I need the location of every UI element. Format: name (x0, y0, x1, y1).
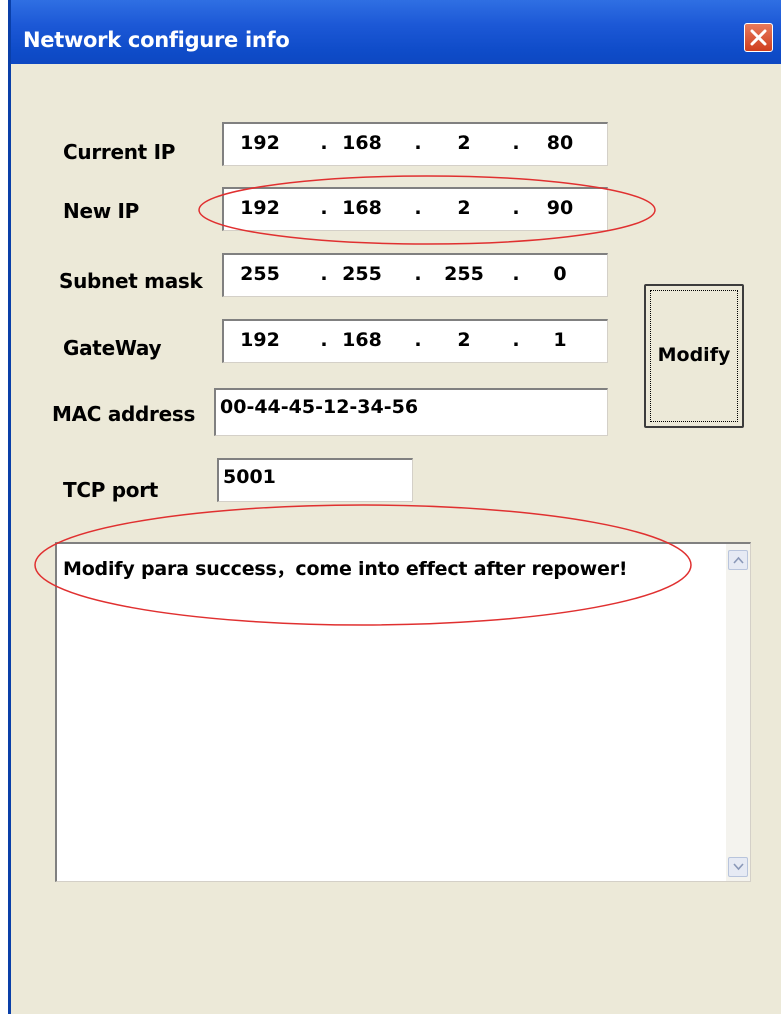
ip-separator: . (512, 197, 520, 219)
gateway-octet-2: 168 (342, 329, 382, 351)
new-ip-octet-3: 2 (457, 197, 471, 219)
ip-separator: . (320, 197, 328, 219)
network-config-window: Network configure info Current IP 192 . … (8, 0, 781, 1014)
new-ip-octet-2: 168 (342, 197, 382, 219)
ip-separator: . (512, 329, 520, 351)
ip-separator: . (512, 132, 520, 154)
gateway-field[interactable]: 192 . 168 . 2 . 1 (222, 319, 608, 363)
window-title: Network configure info (23, 28, 290, 52)
tcp-port-field[interactable]: 5001 (217, 458, 413, 502)
subnet-octet-2: 255 (342, 263, 382, 285)
new-ip-field[interactable]: 192 . 168 . 2 . 90 (222, 187, 608, 231)
gateway-label: GateWay (63, 336, 162, 360)
subnet-mask-label: Subnet mask (59, 269, 203, 293)
subnet-octet-3: 255 (444, 263, 484, 285)
output-textarea[interactable]: Modify para success，come into effect aft… (55, 542, 751, 882)
gateway-octet-1: 192 (240, 329, 280, 351)
current-ip-field[interactable]: 192 . 168 . 2 . 80 (222, 122, 608, 166)
modify-button[interactable]: Modify (644, 284, 744, 428)
current-ip-octet-4: 80 (546, 132, 574, 154)
mac-address-field[interactable]: 00-44-45-12-34-56 (214, 388, 608, 436)
subnet-mask-field[interactable]: 255 . 255 . 255 . 0 (222, 253, 608, 297)
ip-separator: . (414, 263, 422, 285)
subnet-octet-4: 0 (553, 263, 567, 285)
scroll-down-button[interactable] (728, 857, 748, 877)
scroll-up-button[interactable] (728, 550, 748, 570)
gateway-octet-4: 1 (553, 329, 567, 351)
vertical-scrollbar[interactable] (726, 544, 750, 881)
tcp-port-value: 5001 (223, 466, 276, 488)
current-ip-octet-1: 192 (240, 132, 280, 154)
close-icon (750, 29, 767, 46)
mac-address-label: MAC address (52, 402, 196, 426)
current-ip-octet-2: 168 (342, 132, 382, 154)
status-message: Modify para success，come into effect aft… (63, 558, 628, 580)
ip-separator: . (414, 197, 422, 219)
scroll-up-arrow-icon (733, 556, 744, 564)
ip-separator: . (320, 329, 328, 351)
subnet-octet-1: 255 (240, 263, 280, 285)
gateway-octet-3: 2 (457, 329, 471, 351)
ip-separator: . (320, 132, 328, 154)
ip-separator: . (512, 263, 520, 285)
mac-address-value: 00-44-45-12-34-56 (220, 396, 419, 418)
ip-separator: . (414, 329, 422, 351)
current-ip-octet-3: 2 (457, 132, 471, 154)
new-ip-octet-1: 192 (240, 197, 280, 219)
tcp-port-label: TCP port (63, 478, 159, 502)
ip-separator: . (414, 132, 422, 154)
new-ip-octet-4: 90 (546, 197, 574, 219)
ip-separator: . (320, 263, 328, 285)
new-ip-label: New IP (63, 199, 140, 223)
close-button[interactable] (744, 23, 773, 52)
scroll-down-arrow-icon (733, 863, 744, 871)
modify-button-label: Modify (657, 344, 731, 366)
current-ip-label: Current IP (63, 140, 176, 164)
